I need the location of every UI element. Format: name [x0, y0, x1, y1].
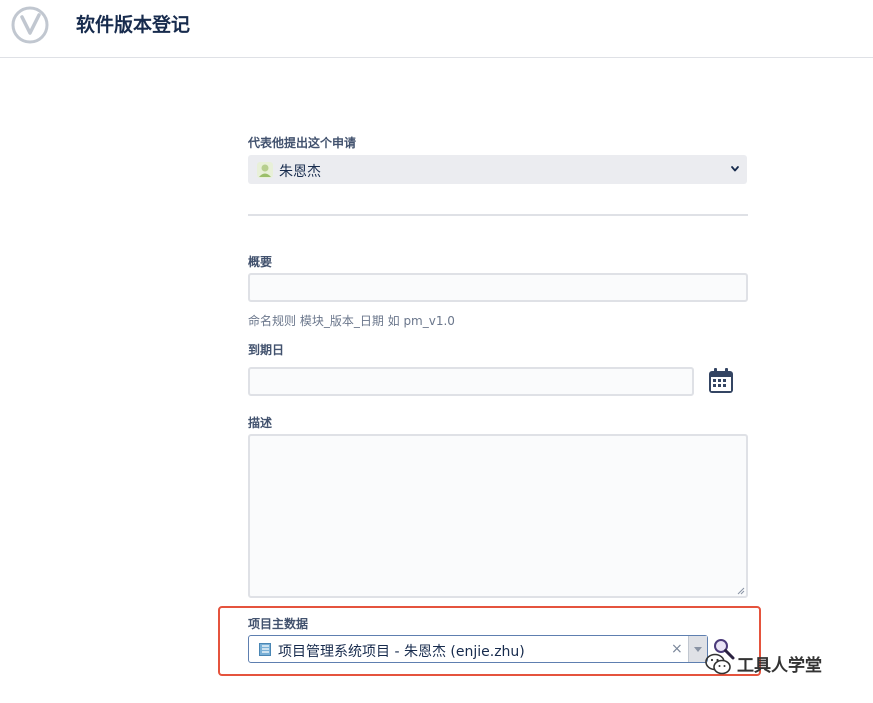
on-behalf-label: 代表他提出这个申请	[248, 136, 357, 150]
record-icon	[259, 643, 271, 656]
clear-icon[interactable]: ×	[671, 641, 683, 657]
page-title: 软件版本登记	[76, 14, 191, 36]
summary-input[interactable]	[248, 273, 748, 302]
description-textarea[interactable]	[248, 434, 748, 598]
watermark: 工具人学堂	[705, 651, 822, 676]
description-label: 描述	[248, 416, 273, 430]
project-master-label: 项目主数据	[248, 617, 309, 631]
user-avatar-icon	[257, 162, 273, 178]
project-master-combobox[interactable]: 项目管理系统项目 - 朱恩杰 (enjie.zhu) ×	[248, 635, 708, 663]
on-behalf-select[interactable]: 朱恩杰	[248, 155, 747, 184]
due-date-input[interactable]	[248, 367, 694, 396]
on-behalf-selected-value: 朱恩杰	[279, 164, 321, 180]
summary-helper-text: 命名规则 模块_版本_日期 如 pm_v1.0	[248, 314, 455, 328]
watermark-text: 工具人学堂	[737, 656, 822, 676]
v-logo-icon	[11, 6, 49, 44]
resize-grip-icon[interactable]	[735, 585, 745, 595]
calendar-icon[interactable]	[707, 367, 735, 395]
project-master-selected-value: 项目管理系统项目 - 朱恩杰 (enjie.zhu)	[278, 644, 525, 660]
due-date-label: 到期日	[248, 343, 285, 357]
wechat-icon	[705, 653, 731, 674]
section-divider	[248, 214, 748, 216]
chevron-down-icon	[731, 166, 739, 172]
page-header: 软件版本登记	[0, 0, 873, 58]
summary-label: 概要	[248, 255, 273, 269]
